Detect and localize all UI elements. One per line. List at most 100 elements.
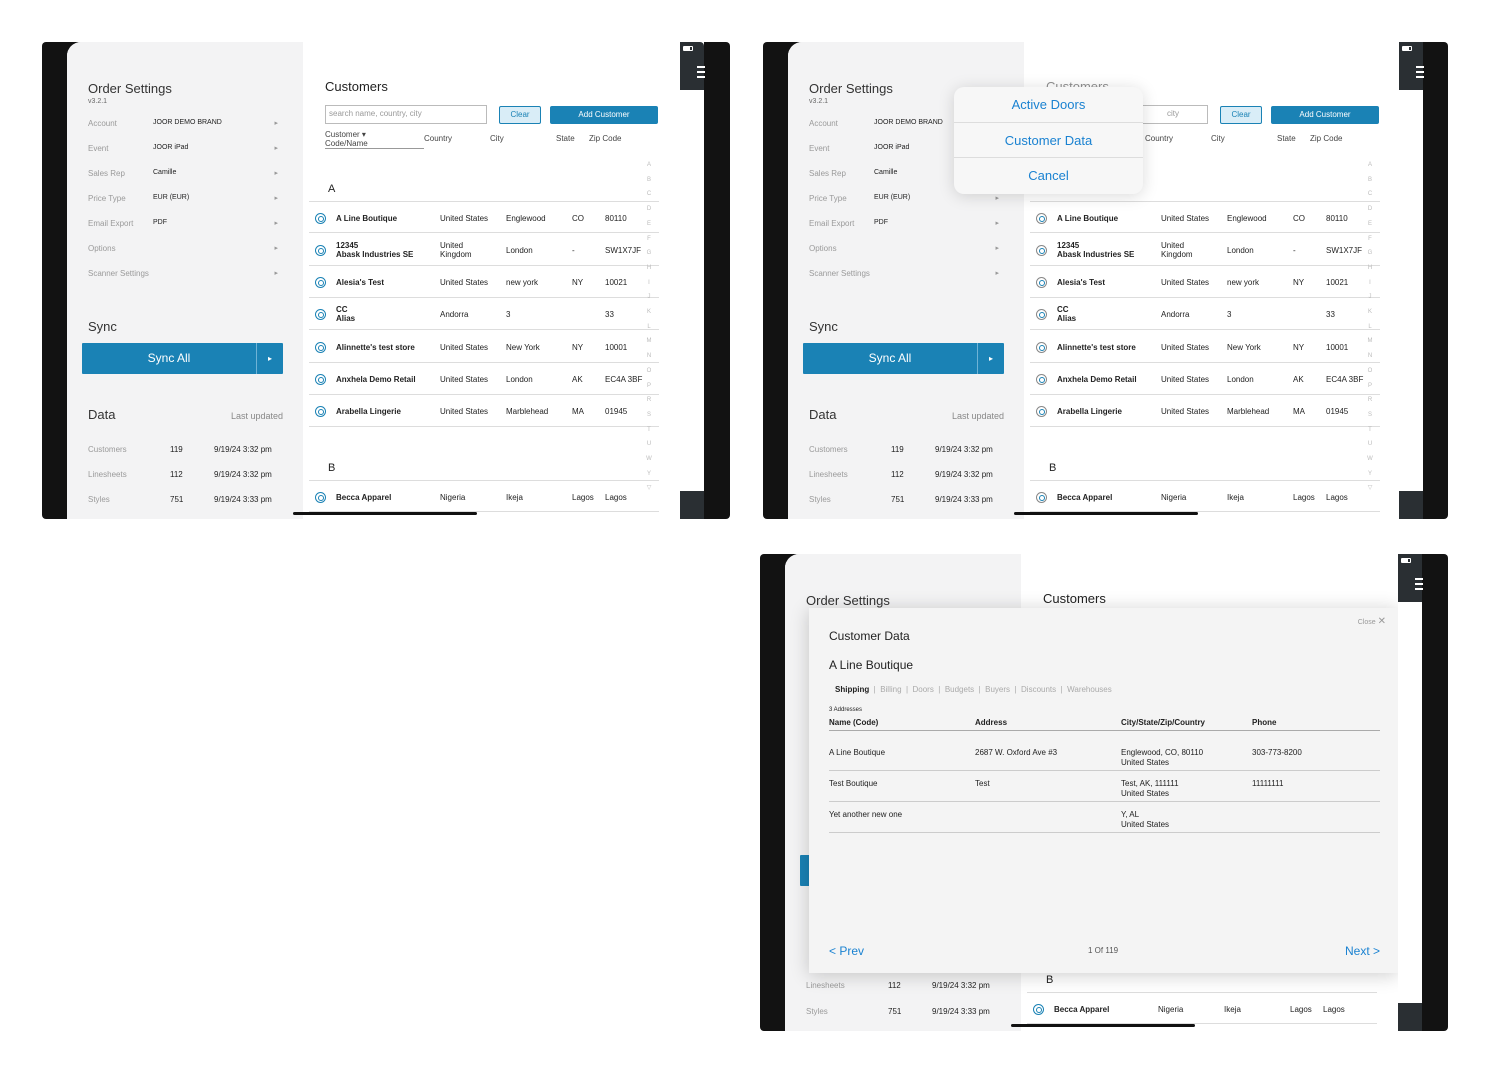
gear-icon[interactable]	[1036, 309, 1047, 320]
sync-all-button[interactable]: Sync All ▸	[803, 343, 1004, 374]
customer-row[interactable]: 12345 Abask Industries SE United Kingdom Lon…	[309, 234, 659, 266]
gear-icon[interactable]	[1036, 374, 1047, 385]
customer-row[interactable]: Anxhela Demo Retail United States London AK…	[309, 363, 659, 395]
alphabet-index-letter[interactable]: H	[1366, 261, 1374, 276]
sync-all-button[interactable]: Sync All ▸	[82, 343, 283, 374]
customer-row[interactable]: Arabella Lingerie United States Marblehead…	[309, 395, 659, 427]
next-button[interactable]: Next >	[1345, 944, 1380, 958]
alphabet-index-letter[interactable]: Y	[1366, 467, 1374, 482]
alphabet-index-letter[interactable]: W	[645, 452, 653, 467]
alphabet-index-letter[interactable]: U	[1366, 437, 1374, 452]
customer-row[interactable]: CC Alias Andorra 3 33	[1030, 298, 1380, 330]
alphabet-index-letter[interactable]: N	[645, 349, 653, 364]
customer-row[interactable]: A Line Boutique United States Englewood CO 8…	[1030, 201, 1380, 233]
alphabet-index-letter[interactable]: L	[645, 320, 653, 335]
gear-icon[interactable]	[1036, 277, 1047, 288]
customer-row[interactable]: 12345 Abask Industries SE United Kingdom Lon…	[1030, 234, 1380, 266]
setting-price-type[interactable]: Price Type EUR (EUR) ▸	[809, 194, 999, 210]
alphabet-index-letter[interactable]: T	[1366, 423, 1374, 438]
close-icon[interactable]: ✕	[1378, 616, 1386, 627]
alphabet-index-letter[interactable]: K	[1366, 305, 1374, 320]
setting-email-export[interactable]: Email Export PDF ▸	[809, 219, 999, 235]
column-header-city[interactable]: City	[490, 134, 504, 143]
alphabet-index-letter[interactable]: B	[1366, 173, 1374, 188]
gear-icon[interactable]	[315, 342, 326, 353]
customer-row[interactable]: Becca Apparel Nigeria Ikeja Lagos Lagos	[1030, 480, 1380, 512]
prev-button[interactable]: < Prev	[829, 944, 864, 958]
menu-icon[interactable]	[1415, 578, 1423, 590]
customer-row[interactable]: Alinnette's test store United States New Y…	[1030, 331, 1380, 363]
setting-options[interactable]: Options ▸	[88, 244, 278, 260]
alphabet-index-letter[interactable]: A	[645, 158, 653, 173]
alphabet-index[interactable]: A B C D E F G H I J K L M N O P R S T U W Y ▽	[645, 158, 653, 496]
gear-icon[interactable]	[315, 309, 326, 320]
setting-scanner[interactable]: Scanner Settings ▸	[809, 269, 999, 285]
column-header-country[interactable]: Country	[1145, 134, 1173, 143]
add-customer-button[interactable]: Add Customer	[550, 106, 658, 124]
alphabet-index-letter[interactable]: M	[645, 334, 653, 349]
setting-event[interactable]: Event JOOR iPad ▸	[88, 144, 278, 160]
alphabet-index-letter[interactable]: C	[1366, 187, 1374, 202]
alphabet-index-letter[interactable]: O	[1366, 364, 1374, 379]
gear-icon[interactable]	[1036, 342, 1047, 353]
alphabet-index-letter[interactable]: J	[1366, 290, 1374, 305]
column-header-code[interactable]: Customer ▾ Code/Name	[325, 130, 368, 148]
gear-icon[interactable]	[315, 213, 326, 224]
alphabet-index-letter[interactable]: ▽	[645, 481, 653, 496]
setting-account[interactable]: Account JOOR DEMO BRAND ▸	[88, 119, 278, 135]
add-customer-button[interactable]: Add Customer	[1271, 106, 1379, 124]
column-header-state[interactable]: State	[556, 134, 575, 143]
alphabet-index-letter[interactable]: W	[1366, 452, 1374, 467]
alphabet-index-letter[interactable]: E	[1366, 217, 1374, 232]
clear-button[interactable]: Clear	[1220, 106, 1262, 124]
tab-shipping[interactable]: Shipping	[835, 685, 869, 694]
alphabet-index-letter[interactable]: Y	[645, 467, 653, 482]
column-header-state[interactable]: State	[1277, 134, 1296, 143]
alphabet-index-letter[interactable]: T	[645, 423, 653, 438]
alphabet-index-letter[interactable]: R	[645, 393, 653, 408]
customer-row[interactable]: Alesia's Test United States new york NY 1002…	[1030, 266, 1380, 298]
close-button[interactable]: Close ✕	[1358, 616, 1386, 627]
column-header-city[interactable]: City	[1211, 134, 1225, 143]
gear-icon[interactable]	[315, 492, 326, 503]
alphabet-index-letter[interactable]: I	[645, 276, 653, 291]
alphabet-index-letter[interactable]: E	[645, 217, 653, 232]
alphabet-index-letter[interactable]: U	[645, 437, 653, 452]
gear-icon[interactable]	[1033, 1004, 1044, 1015]
gear-icon[interactable]	[1036, 406, 1047, 417]
alphabet-index-letter[interactable]: G	[645, 246, 653, 261]
alphabet-index-letter[interactable]: D	[1366, 202, 1374, 217]
customer-data-option[interactable]: Customer Data	[954, 133, 1143, 148]
alphabet-index-letter[interactable]: F	[645, 232, 653, 247]
customer-row[interactable]: Alinnette's test store United States New Y…	[309, 331, 659, 363]
alphabet-index[interactable]: A B C D E F G H I J K L M N O P R S T U W Y ▽	[1366, 158, 1374, 496]
setting-sales-rep[interactable]: Sales Rep Camille ▸	[88, 169, 278, 185]
customer-row[interactable]: Arabella Lingerie United States Marblehead…	[1030, 395, 1380, 427]
customer-row[interactable]: Becca Apparel Nigeria Ikeja Lagos Lagos	[309, 480, 659, 512]
gear-icon[interactable]	[315, 374, 326, 385]
menu-icon[interactable]	[1416, 66, 1424, 78]
alphabet-index-letter[interactable]: A	[1366, 158, 1374, 173]
gear-icon[interactable]	[1036, 213, 1047, 224]
gear-icon[interactable]	[315, 245, 326, 256]
customer-row[interactable]: Anxhela Demo Retail United States London AK…	[1030, 363, 1380, 395]
alphabet-index-letter[interactable]: N	[1366, 349, 1374, 364]
tab-buyers[interactable]: Buyers	[985, 685, 1010, 694]
cancel-option[interactable]: Cancel	[954, 168, 1143, 183]
alphabet-index-letter[interactable]: L	[1366, 320, 1374, 335]
gear-icon[interactable]	[1036, 245, 1047, 256]
tab-billing[interactable]: Billing	[880, 685, 901, 694]
tab-warehouses[interactable]: Warehouses	[1067, 685, 1112, 694]
alphabet-index-letter[interactable]: P	[1366, 379, 1374, 394]
alphabet-index-letter[interactable]: H	[645, 261, 653, 276]
gear-icon[interactable]	[315, 406, 326, 417]
column-header-zip[interactable]: Zip Code	[1310, 134, 1342, 143]
setting-price-type[interactable]: Price Type EUR (EUR) ▸	[88, 194, 278, 210]
alphabet-index-letter[interactable]: F	[1366, 232, 1374, 247]
alphabet-index-letter[interactable]: M	[1366, 334, 1374, 349]
alphabet-index-letter[interactable]: C	[645, 187, 653, 202]
gear-icon[interactable]	[315, 277, 326, 288]
alphabet-index-letter[interactable]: P	[645, 379, 653, 394]
menu-icon[interactable]	[697, 66, 705, 78]
alphabet-index-letter[interactable]: R	[1366, 393, 1374, 408]
